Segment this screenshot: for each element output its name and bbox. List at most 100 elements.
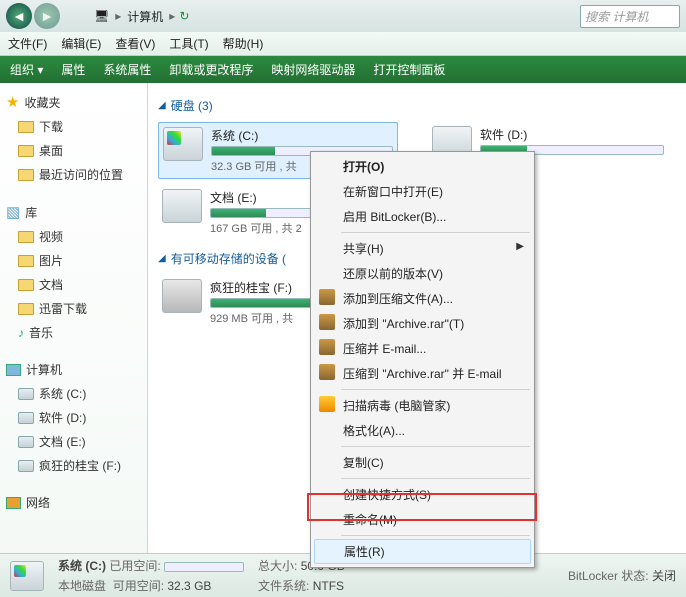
toolbar-map-drive[interactable]: 映射网络驱动器 <box>271 61 355 78</box>
context-menu-label: 复制(C) <box>343 456 384 470</box>
nav-back-button[interactable]: ◄ <box>6 3 32 29</box>
context-menu-label: 扫描病毒 (电脑管家) <box>343 399 450 413</box>
context-menu-label: 格式化(A)... <box>343 424 405 438</box>
sidebar-computer-header[interactable]: 计算机 <box>4 359 143 380</box>
status-bitlocker-value: 关闭 <box>652 569 676 583</box>
menu-tools[interactable]: 工具(T) <box>169 35 208 52</box>
star-icon: ★ <box>6 93 19 111</box>
context-menu-item[interactable]: 压缩到 "Archive.rar" 并 E-mail <box>313 361 532 386</box>
rar-icon <box>319 314 335 330</box>
menu-edit[interactable]: 编辑(E) <box>61 35 101 52</box>
context-menu-item[interactable]: 还原以前的版本(V) <box>313 261 532 286</box>
context-menu-item[interactable]: 添加到 "Archive.rar"(T) <box>313 311 532 336</box>
folder-icon <box>18 303 34 315</box>
menubar: 文件(F) 编辑(E) 查看(V) 工具(T) 帮助(H) <box>0 32 686 56</box>
group-hdd-header[interactable]: ◢硬盘 (3) <box>158 97 676 114</box>
context-menu-label: 启用 BitLocker(B)... <box>343 210 446 224</box>
sidebar-item-recent[interactable]: 最近访问的位置 <box>4 164 143 185</box>
context-menu-label: 重命名(M) <box>343 513 397 527</box>
toolbar-uninstall[interactable]: 卸载或更改程序 <box>169 61 253 78</box>
search-placeholder: 搜索 计算机 <box>585 8 648 25</box>
sidebar: ★收藏夹 下载 桌面 最近访问的位置 ▧库 视频 图片 文档 迅雷下载 ♪音乐 … <box>0 83 148 553</box>
context-menu-item[interactable]: 添加到压缩文件(A)... <box>313 286 532 311</box>
status-fs-value: NTFS <box>313 579 344 593</box>
sidebar-item-desktop[interactable]: 桌面 <box>4 140 143 161</box>
collapse-icon: ◢ <box>158 100 166 111</box>
breadcrumb-root[interactable]: 计算机 <box>127 8 163 25</box>
sidebar-item-pictures[interactable]: 图片 <box>4 250 143 271</box>
music-icon: ♪ <box>18 326 24 340</box>
context-menu-label: 共享(H) <box>343 242 384 256</box>
sidebar-item-videos[interactable]: 视频 <box>4 226 143 247</box>
sidebar-drive-f[interactable]: 疯狂的桂宝 (F:) <box>4 455 143 476</box>
toolbar-organize[interactable]: 组织 ▾ <box>10 61 43 78</box>
titlebar: ◄ ► 🖥 ▸ 计算机 ▸ ↻ 搜索 计算机 <box>0 0 686 32</box>
context-menu-item[interactable]: 扫描病毒 (电脑管家) <box>313 393 532 418</box>
drive-icon <box>18 436 34 448</box>
drive-icon <box>10 561 44 591</box>
drive-icon <box>18 460 34 472</box>
sidebar-drive-c[interactable]: 系统 (C:) <box>4 383 143 404</box>
status-free-value: 32.3 GB <box>167 579 211 593</box>
context-menu-item[interactable]: 打开(O) <box>313 154 532 179</box>
menu-file[interactable]: 文件(F) <box>8 35 47 52</box>
context-menu-item[interactable]: 启用 BitLocker(B)... <box>313 204 532 229</box>
sidebar-favorites-header[interactable]: ★收藏夹 <box>4 91 143 113</box>
drive-icon <box>162 279 202 313</box>
toolbar-control-panel[interactable]: 打开控制面板 <box>373 61 445 78</box>
nav-forward-button[interactable]: ► <box>34 3 60 29</box>
folder-icon <box>18 255 34 267</box>
refresh-icon[interactable]: ↻ <box>179 9 189 23</box>
context-menu-item[interactable]: 重命名(M) <box>313 507 532 532</box>
sidebar-item-downloads[interactable]: 下载 <box>4 116 143 137</box>
context-menu-label: 打开(O) <box>343 160 384 174</box>
toolbar: 组织 ▾ 属性 系统属性 卸载或更改程序 映射网络驱动器 打开控制面板 <box>0 56 686 83</box>
network-icon <box>6 497 21 509</box>
context-menu-label: 在新窗口中打开(E) <box>343 185 443 199</box>
context-menu-item[interactable]: 格式化(A)... <box>313 418 532 443</box>
computer-icon <box>6 364 21 376</box>
context-menu-item[interactable]: 在新窗口中打开(E) <box>313 179 532 204</box>
sidebar-item-documents[interactable]: 文档 <box>4 274 143 295</box>
sidebar-drive-e[interactable]: 文档 (E:) <box>4 431 143 452</box>
context-menu-label: 压缩到 "Archive.rar" 并 E-mail <box>343 367 502 381</box>
rar-icon <box>319 364 335 380</box>
context-menu-label: 添加到压缩文件(A)... <box>343 292 453 306</box>
folder-icon <box>18 121 34 133</box>
folder-icon <box>18 279 34 291</box>
menu-help[interactable]: 帮助(H) <box>223 35 264 52</box>
context-menu-item[interactable]: 复制(C) <box>313 450 532 475</box>
rar-icon <box>319 339 335 355</box>
context-menu-item[interactable]: 属性(R) <box>314 539 531 564</box>
sidebar-item-music[interactable]: ♪音乐 <box>4 322 143 343</box>
sidebar-drive-d[interactable]: 软件 (D:) <box>4 407 143 428</box>
status-drive-name: 系统 (C:) <box>58 559 106 573</box>
shield-icon <box>319 396 335 412</box>
drive-name: 系统 (C:) <box>211 127 393 144</box>
folder-icon <box>18 169 34 181</box>
folder-icon <box>18 145 34 157</box>
toolbar-system-properties[interactable]: 系统属性 <box>103 61 151 78</box>
context-menu-item[interactable]: 创建快捷方式(S) <box>313 482 532 507</box>
status-local-disk: 本地磁盘 <box>58 579 106 593</box>
submenu-arrow-icon: ▶ <box>516 241 524 252</box>
context-menu-label: 添加到 "Archive.rar"(T) <box>343 317 464 331</box>
context-menu-item[interactable]: 压缩并 E-mail... <box>313 336 532 361</box>
collapse-icon: ◢ <box>158 253 166 264</box>
sidebar-network-header[interactable]: 网络 <box>4 492 143 513</box>
drive-icon <box>162 189 202 223</box>
computer-icon: 🖥 <box>94 9 109 23</box>
search-input[interactable]: 搜索 计算机 <box>580 5 680 28</box>
rar-icon <box>319 289 335 305</box>
drive-icon <box>163 127 203 161</box>
breadcrumb[interactable]: 🖥 ▸ 计算机 ▸ <box>94 8 175 25</box>
drive-name: 软件 (D:) <box>480 126 664 143</box>
sidebar-libraries-header[interactable]: ▧库 <box>4 201 143 223</box>
drive-icon <box>18 412 34 424</box>
context-menu-label: 创建快捷方式(S) <box>343 488 431 502</box>
sidebar-item-thunder[interactable]: 迅雷下载 <box>4 298 143 319</box>
toolbar-properties[interactable]: 属性 <box>61 61 85 78</box>
library-icon: ▧ <box>6 203 20 221</box>
menu-view[interactable]: 查看(V) <box>115 35 155 52</box>
context-menu-item[interactable]: 共享(H) ▶ <box>313 236 532 261</box>
